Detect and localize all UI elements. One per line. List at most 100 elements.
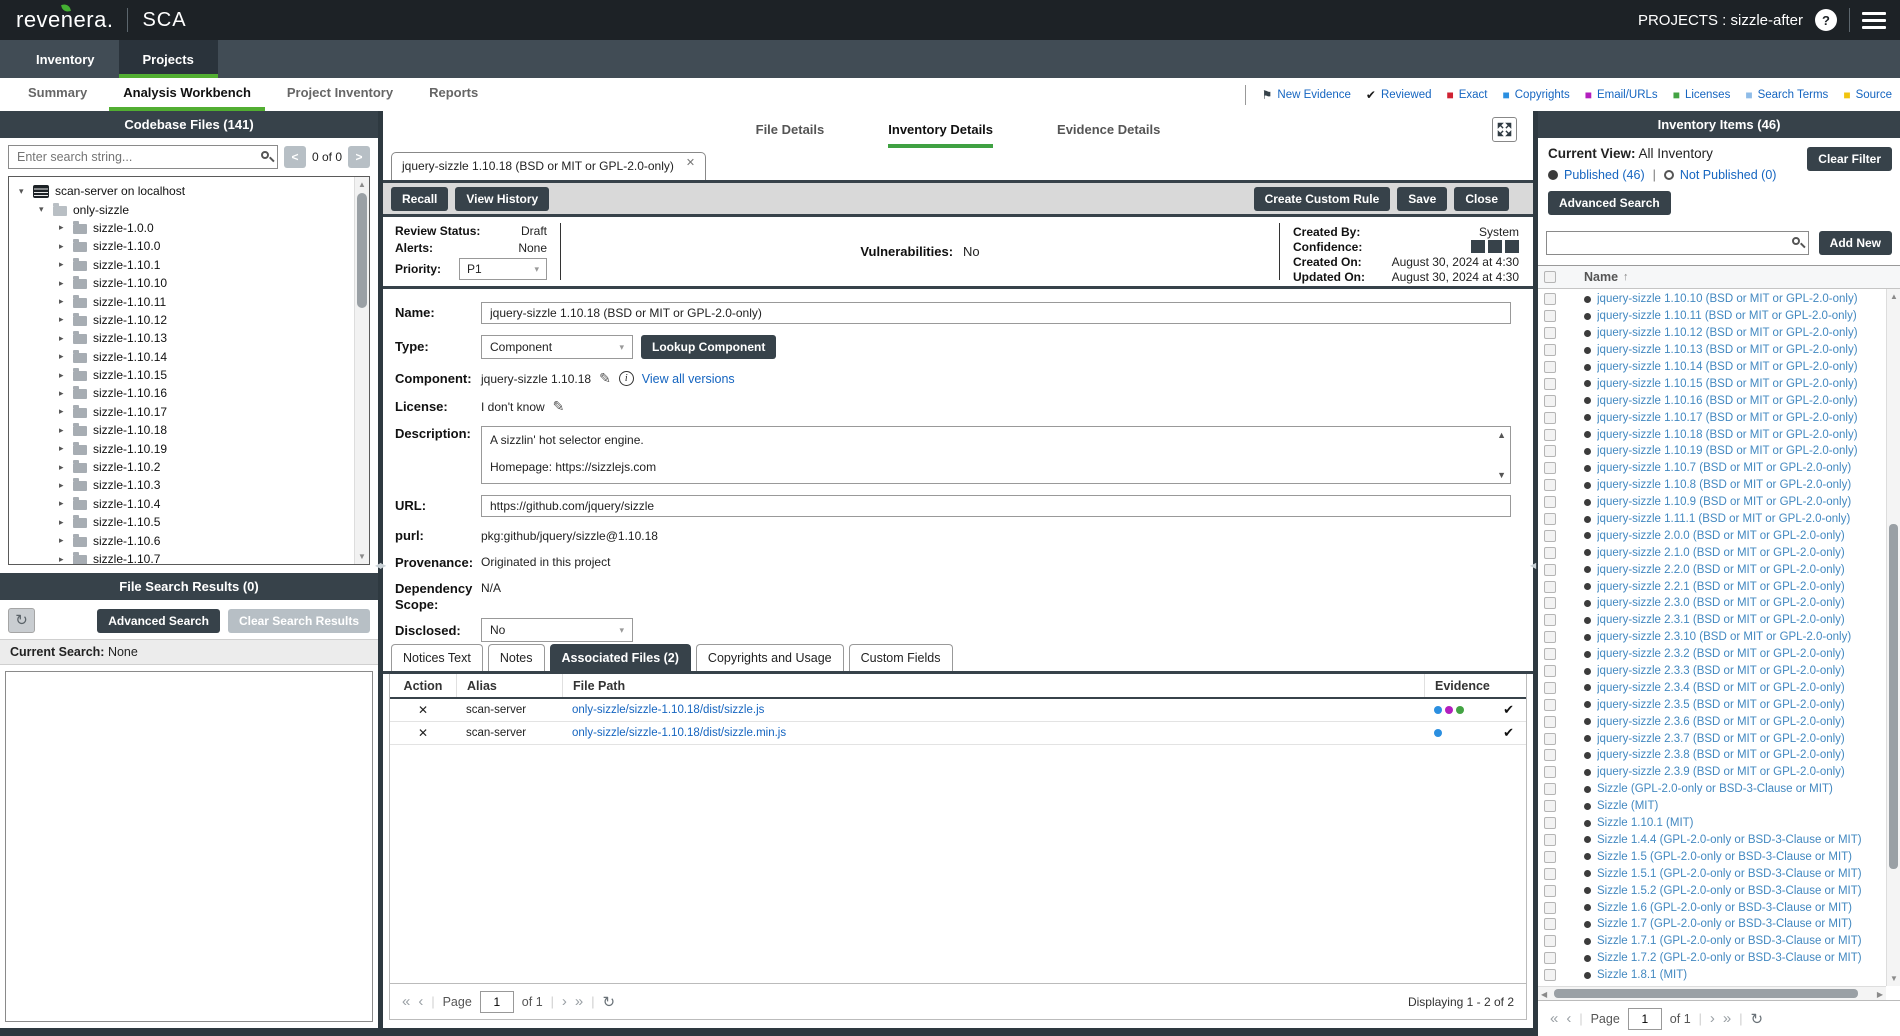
create-custom-rule-button[interactable]: Create Custom Rule bbox=[1254, 187, 1391, 211]
tree-expander-icon[interactable]: ▸ bbox=[59, 278, 73, 289]
tree-item[interactable]: ▸ sizzle-1.10.3 bbox=[13, 476, 353, 494]
next-page-icon[interactable]: › bbox=[1710, 1010, 1715, 1027]
inventory-item[interactable]: jquery-sizzle 1.10.18 (BSD or MIT or GPL… bbox=[1538, 426, 1886, 443]
inventory-item[interactable]: Sizzle 1.6 (GPL-2.0-only or BSD-3-Clause… bbox=[1538, 899, 1886, 916]
inventory-item-link[interactable]: jquery-sizzle 1.10.14 (BSD or MIT or GPL… bbox=[1597, 361, 1858, 373]
tree-item[interactable]: ▸ sizzle-1.10.16 bbox=[13, 384, 353, 402]
not-published-filter-icon[interactable] bbox=[1664, 170, 1674, 180]
inventory-item-link[interactable]: Sizzle (MIT) bbox=[1597, 800, 1658, 812]
inventory-item-link[interactable]: Sizzle 1.8.1 (MIT) bbox=[1597, 969, 1687, 981]
prev-page-icon[interactable]: ‹ bbox=[418, 993, 423, 1010]
tree-expander-icon[interactable]: ▸ bbox=[59, 498, 73, 509]
inventory-item-link[interactable]: jquery-sizzle 1.10.9 (BSD or MIT or GPL-… bbox=[1597, 496, 1851, 508]
main-nav-tab[interactable]: Projects bbox=[119, 40, 218, 78]
inventory-item[interactable]: jquery-sizzle 2.3.0 (BSD or MIT or GPL-2… bbox=[1538, 595, 1886, 612]
sub-nav-tab[interactable]: Analysis Workbench bbox=[109, 78, 265, 111]
detail-sub-tab[interactable]: Notices Text bbox=[391, 644, 483, 671]
maximize-icon[interactable] bbox=[1492, 117, 1517, 142]
view-all-versions-link[interactable]: View all versions bbox=[642, 372, 735, 386]
tree-expander-icon[interactable]: ▸ bbox=[59, 480, 73, 491]
inventory-item-checkbox[interactable] bbox=[1544, 665, 1556, 677]
inventory-item-link[interactable]: jquery-sizzle 2.3.6 (BSD or MIT or GPL-2… bbox=[1597, 716, 1845, 728]
inventory-item-checkbox[interactable] bbox=[1544, 327, 1556, 339]
codebase-search-input[interactable] bbox=[8, 145, 278, 169]
tree-item[interactable]: ▸ sizzle-1.10.10 bbox=[13, 274, 353, 292]
tree-expander-icon[interactable]: ▸ bbox=[59, 425, 73, 436]
inventory-item[interactable]: jquery-sizzle 1.10.13 (BSD or MIT or GPL… bbox=[1538, 342, 1886, 359]
inventory-item[interactable]: jquery-sizzle 1.10.14 (BSD or MIT or GPL… bbox=[1538, 359, 1886, 376]
inventory-item[interactable]: jquery-sizzle 2.2.1 (BSD or MIT or GPL-2… bbox=[1538, 578, 1886, 595]
clear-filter-button[interactable]: Clear Filter bbox=[1807, 147, 1892, 171]
inventory-item-checkbox[interactable] bbox=[1544, 952, 1556, 964]
details-tab[interactable]: File Details bbox=[756, 111, 825, 148]
type-select[interactable]: Component ▾ bbox=[481, 335, 633, 359]
tree-expander-icon[interactable]: ▾ bbox=[19, 186, 33, 197]
inventory-horizontal-scrollbar[interactable]: ◀ ▶ bbox=[1538, 986, 1886, 1000]
inventory-item[interactable]: jquery-sizzle 2.3.5 (BSD or MIT or GPL-2… bbox=[1538, 696, 1886, 713]
inventory-item-link[interactable]: jquery-sizzle 2.3.8 (BSD or MIT or GPL-2… bbox=[1597, 749, 1845, 761]
inventory-item[interactable]: Sizzle (GPL-2.0-only or BSD-3-Clause or … bbox=[1538, 781, 1886, 798]
tree-item[interactable]: ▸ sizzle-1.10.7 bbox=[13, 550, 353, 565]
inventory-item-checkbox[interactable] bbox=[1544, 783, 1556, 795]
inventory-item-checkbox[interactable] bbox=[1544, 682, 1556, 694]
inventory-item-link[interactable]: Sizzle 1.7.2 (GPL-2.0-only or BSD-3-Clau… bbox=[1597, 952, 1862, 964]
inventory-item[interactable]: Sizzle 1.5.2 (GPL-2.0-only or BSD-3-Clau… bbox=[1538, 882, 1886, 899]
inventory-item-checkbox[interactable] bbox=[1544, 547, 1556, 559]
close-button[interactable]: Close bbox=[1454, 187, 1509, 211]
inventory-item-checkbox[interactable] bbox=[1544, 699, 1556, 711]
inventory-item[interactable]: jquery-sizzle 1.10.11 (BSD or MIT or GPL… bbox=[1538, 308, 1886, 325]
inventory-item-link[interactable]: jquery-sizzle 2.3.10 (BSD or MIT or GPL-… bbox=[1597, 631, 1851, 643]
inventory-item-checkbox[interactable] bbox=[1544, 834, 1556, 846]
inventory-item-link[interactable]: Sizzle 1.5.1 (GPL-2.0-only or BSD-3-Clau… bbox=[1597, 868, 1862, 880]
scroll-down-icon[interactable]: ▼ bbox=[1890, 974, 1898, 983]
inventory-item-checkbox[interactable] bbox=[1544, 918, 1556, 930]
disclosed-select[interactable]: No ▾ bbox=[481, 618, 633, 642]
inventory-item[interactable]: jquery-sizzle 2.3.8 (BSD or MIT or GPL-2… bbox=[1538, 747, 1886, 764]
add-new-button[interactable]: Add New bbox=[1819, 231, 1892, 255]
inventory-item[interactable]: jquery-sizzle 1.11.1 (BSD or MIT or GPL-… bbox=[1538, 511, 1886, 528]
next-page-icon[interactable]: › bbox=[562, 993, 567, 1010]
inventory-item[interactable]: jquery-sizzle 1.10.9 (BSD or MIT or GPL-… bbox=[1538, 494, 1886, 511]
inventory-item-link[interactable]: jquery-sizzle 2.2.0 (BSD or MIT or GPL-2… bbox=[1597, 564, 1845, 576]
inventory-item-link[interactable]: jquery-sizzle 1.10.11 (BSD or MIT or GPL… bbox=[1597, 310, 1857, 322]
inventory-item-link[interactable]: jquery-sizzle 1.10.10 (BSD or MIT or GPL… bbox=[1597, 293, 1858, 305]
inventory-item-link[interactable]: jquery-sizzle 1.10.17 (BSD or MIT or GPL… bbox=[1597, 412, 1858, 424]
inventory-item-link[interactable]: Sizzle 1.5 (GPL-2.0-only or BSD-3-Clause… bbox=[1597, 851, 1852, 863]
name-column-header[interactable]: Name bbox=[1584, 270, 1618, 284]
lookup-component-button[interactable]: Lookup Component bbox=[641, 335, 776, 359]
legend-label[interactable]: New Evidence bbox=[1277, 89, 1351, 101]
tree-expander-icon[interactable]: ▸ bbox=[59, 314, 73, 325]
sub-nav-tab[interactable]: Summary bbox=[14, 78, 101, 111]
inventory-item-checkbox[interactable] bbox=[1544, 513, 1556, 525]
published-filter-link[interactable]: Published (46) bbox=[1564, 168, 1645, 182]
view-history-button[interactable]: View History bbox=[455, 187, 549, 211]
advanced-search-button[interactable]: Advanced Search bbox=[97, 609, 220, 633]
details-tab[interactable]: Evidence Details bbox=[1057, 111, 1160, 148]
clear-search-results-button[interactable]: Clear Search Results bbox=[228, 609, 370, 633]
tree-item[interactable]: ▸ sizzle-1.10.15 bbox=[13, 366, 353, 384]
inventory-item[interactable]: jquery-sizzle 1.10.16 (BSD or MIT or GPL… bbox=[1538, 392, 1886, 409]
inventory-item[interactable]: jquery-sizzle 1.10.15 (BSD or MIT or GPL… bbox=[1538, 375, 1886, 392]
detail-sub-tab[interactable]: Custom Fields bbox=[849, 644, 953, 671]
inventory-item[interactable]: jquery-sizzle 2.3.9 (BSD or MIT or GPL-2… bbox=[1538, 764, 1886, 781]
inventory-item-link[interactable]: jquery-sizzle 2.3.1 (BSD or MIT or GPL-2… bbox=[1597, 614, 1845, 626]
refresh-icon[interactable]: ↻ bbox=[603, 993, 616, 1011]
main-nav-tab[interactable]: Inventory bbox=[12, 40, 119, 78]
tree-item[interactable]: ▾ scan-server on localhost bbox=[13, 182, 353, 200]
inventory-item-link[interactable]: Sizzle (GPL-2.0-only or BSD-3-Clause or … bbox=[1597, 783, 1833, 795]
url-field[interactable] bbox=[481, 495, 1511, 517]
inventory-item-checkbox[interactable] bbox=[1544, 902, 1556, 914]
inventory-item-checkbox[interactable] bbox=[1544, 885, 1556, 897]
inventory-item[interactable]: Sizzle 1.7 (GPL-2.0-only or BSD-3-Clause… bbox=[1538, 916, 1886, 933]
sub-nav-tab[interactable]: Project Inventory bbox=[273, 78, 407, 111]
edit-pencil-icon[interactable]: ✎ bbox=[599, 370, 611, 387]
tree-expander-icon[interactable]: ▸ bbox=[59, 388, 73, 399]
not-published-filter-link[interactable]: Not Published (0) bbox=[1680, 168, 1777, 182]
tree-item[interactable]: ▸ sizzle-1.10.4 bbox=[13, 495, 353, 513]
tree-item[interactable]: ▸ sizzle-1.10.6 bbox=[13, 531, 353, 549]
inventory-item-checkbox[interactable] bbox=[1544, 310, 1556, 322]
tree-expander-icon[interactable]: ▸ bbox=[59, 517, 73, 528]
inventory-item-checkbox[interactable] bbox=[1544, 631, 1556, 643]
help-icon[interactable]: ? bbox=[1815, 9, 1837, 31]
inventory-item-link[interactable]: jquery-sizzle 1.10.15 (BSD or MIT or GPL… bbox=[1597, 378, 1858, 390]
